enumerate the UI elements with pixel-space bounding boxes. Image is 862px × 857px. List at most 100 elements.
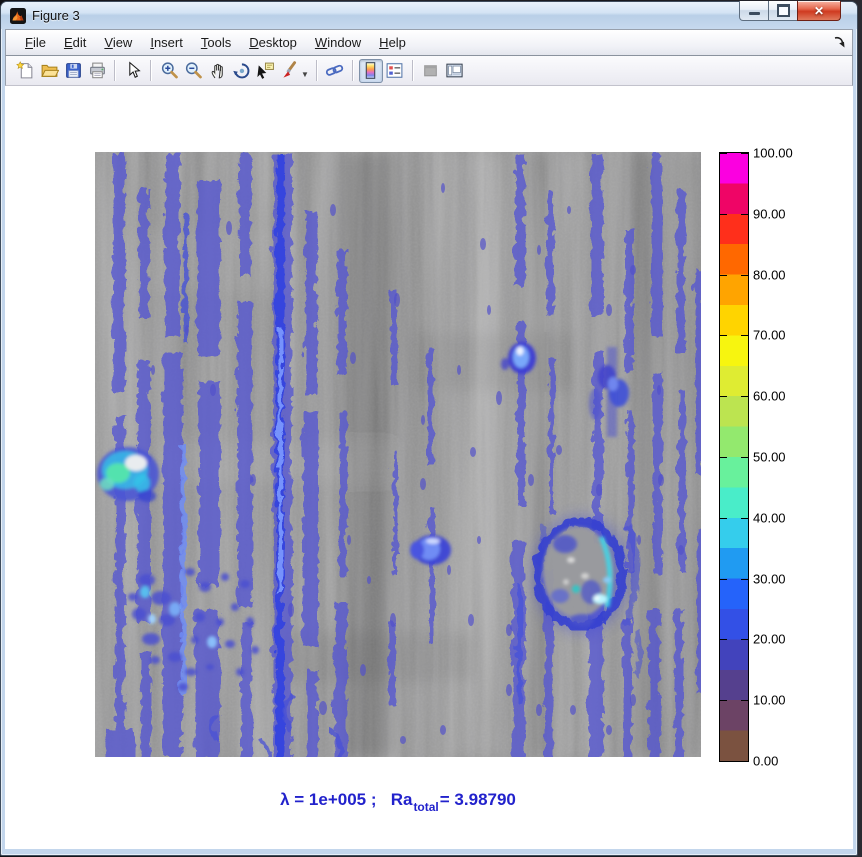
figure-toolbar: ▼ (5, 56, 853, 86)
colorbar-tick-mark (741, 700, 748, 701)
insert-legend-button[interactable] (383, 59, 407, 83)
colorbar-tick-mark (741, 396, 748, 397)
zoom-in-button[interactable] (157, 59, 181, 83)
titlebar[interactable]: Figure 3 ✕ (1, 2, 857, 29)
caption-ra-subscript: total (413, 800, 438, 814)
open-file-button[interactable] (37, 59, 61, 83)
pointer-arrow-icon (124, 61, 143, 80)
pan-button[interactable] (205, 59, 229, 83)
colorbar-tick-label: 60.00 (753, 389, 786, 404)
colorbar-tick-mark (720, 275, 727, 276)
gray-square-icon (421, 61, 440, 80)
colorbar-tick-mark (741, 153, 748, 154)
minimize-icon (749, 12, 760, 15)
link-plot-button[interactable] (323, 59, 347, 83)
toolbar-separator (352, 60, 354, 81)
close-icon: ✕ (814, 4, 824, 18)
colorbar-ticks: 100.0090.0080.0070.0060.0050.0040.0030.0… (720, 153, 748, 761)
menu-tools[interactable]: Tools (192, 31, 240, 55)
colorbar-tick-label: 100.00 (753, 146, 793, 161)
cursor-tooltip-icon (256, 61, 275, 80)
colorbar-tick-mark (741, 335, 748, 336)
colorbar: 100.0090.0080.0070.0060.0050.0040.0030.0… (719, 152, 749, 762)
colorbar-tick-mark (720, 639, 727, 640)
colorbar-tick-label: 50.00 (753, 450, 786, 465)
window-title: Figure 3 (32, 8, 80, 23)
menu-help[interactable]: Help (370, 31, 415, 55)
chain-link-icon (325, 61, 344, 80)
magnifier-minus-icon (184, 61, 203, 80)
menu-desktop[interactable]: Desktop (240, 31, 306, 55)
colorbar-tick-mark (720, 700, 727, 701)
caption-ra-prefix: Ra (391, 790, 413, 809)
colorbar-tick-label: 0.00 (753, 754, 778, 769)
colorbar-tick-mark (720, 761, 727, 762)
printer-icon (88, 61, 107, 80)
brush-icon (280, 61, 299, 80)
toolbar-separator (150, 60, 152, 81)
magnifier-plus-icon (160, 61, 179, 80)
colorbar-tick-mark (720, 396, 727, 397)
edit-plot-button[interactable] (121, 59, 145, 83)
colorbar-icon (361, 61, 380, 80)
show-plot-tools-button[interactable] (443, 59, 467, 83)
figure-canvas: 100.00 90.00 80.00 70.00 60.00 50.00 40.00 30.0… (5, 86, 853, 849)
insert-colorbar-button[interactable] (359, 59, 383, 83)
figure-window: Figure 3 ✕ File Edit View Insert Tools D… (0, 1, 858, 856)
menu-insert[interactable]: Insert (141, 31, 192, 55)
hide-plot-tools-button (419, 59, 443, 83)
colorbar-tick-label: 80.00 (753, 267, 786, 282)
data-cursor-button[interactable] (253, 59, 277, 83)
toolbar-separator (316, 60, 318, 81)
save-figure-button[interactable] (61, 59, 85, 83)
minimize-button[interactable] (739, 1, 769, 21)
print-figure-button[interactable] (85, 59, 109, 83)
new-figure-button[interactable] (13, 59, 37, 83)
toolbar-separator (114, 60, 116, 81)
caption-lambda: λ = 1e+005 ; (280, 790, 376, 809)
hand-icon (208, 61, 227, 80)
brush-dropdown-caret-icon[interactable]: ▼ (301, 70, 309, 79)
colorbar-tick-mark (741, 579, 748, 580)
colorbar-tick-mark (741, 518, 748, 519)
menubar: File Edit View Insert Tools Desktop Wind… (5, 29, 853, 56)
caption-ra-value: = 3.98790 (440, 790, 516, 809)
colorbar-tick-mark (720, 335, 727, 336)
dock-figure-arrow-icon[interactable] (833, 36, 846, 49)
colorbar-tick-mark (741, 761, 748, 762)
menu-view[interactable]: View (95, 31, 141, 55)
maximize-button[interactable] (769, 1, 797, 21)
window-controls: ✕ (739, 1, 841, 21)
surface-plot-image (95, 152, 701, 757)
colorbar-tick-mark (741, 457, 748, 458)
menu-window[interactable]: Window (306, 31, 370, 55)
rotate-arrow-icon (232, 61, 251, 80)
colorbar-tick-mark (720, 214, 727, 215)
colorbar-tick-label: 30.00 (753, 571, 786, 586)
menu-edit[interactable]: Edit (55, 31, 95, 55)
matlab-logo-icon (10, 8, 26, 24)
floppy-disk-icon (64, 61, 83, 80)
close-button[interactable]: ✕ (797, 1, 841, 21)
colorbar-tick-mark (741, 639, 748, 640)
colorbar-tick-mark (720, 153, 727, 154)
open-folder-icon (40, 61, 59, 80)
new-document-icon (16, 61, 35, 80)
brush-data-button[interactable] (277, 59, 301, 83)
colorbar-tick-label: 40.00 (753, 510, 786, 525)
colorbar-tick-mark (741, 214, 748, 215)
plot-caption: λ = 1e+005 ; Ratotal= 3.98790 (95, 790, 701, 810)
zoom-out-button[interactable] (181, 59, 205, 83)
colorbar-tick-mark (720, 579, 727, 580)
colorbar-tick-mark (741, 275, 748, 276)
colorbar-tick-label: 90.00 (753, 206, 786, 221)
legend-icon (385, 61, 404, 80)
rotate-3d-button[interactable] (229, 59, 253, 83)
colorbar-tick-label: 70.00 (753, 328, 786, 343)
colorbar-tick-label: 20.00 (753, 632, 786, 647)
toolbar-separator (412, 60, 414, 81)
colorbar-tick-mark (720, 457, 727, 458)
maximize-icon (777, 4, 790, 17)
plot-tools-window-icon (445, 61, 464, 80)
menu-file[interactable]: File (16, 31, 55, 55)
